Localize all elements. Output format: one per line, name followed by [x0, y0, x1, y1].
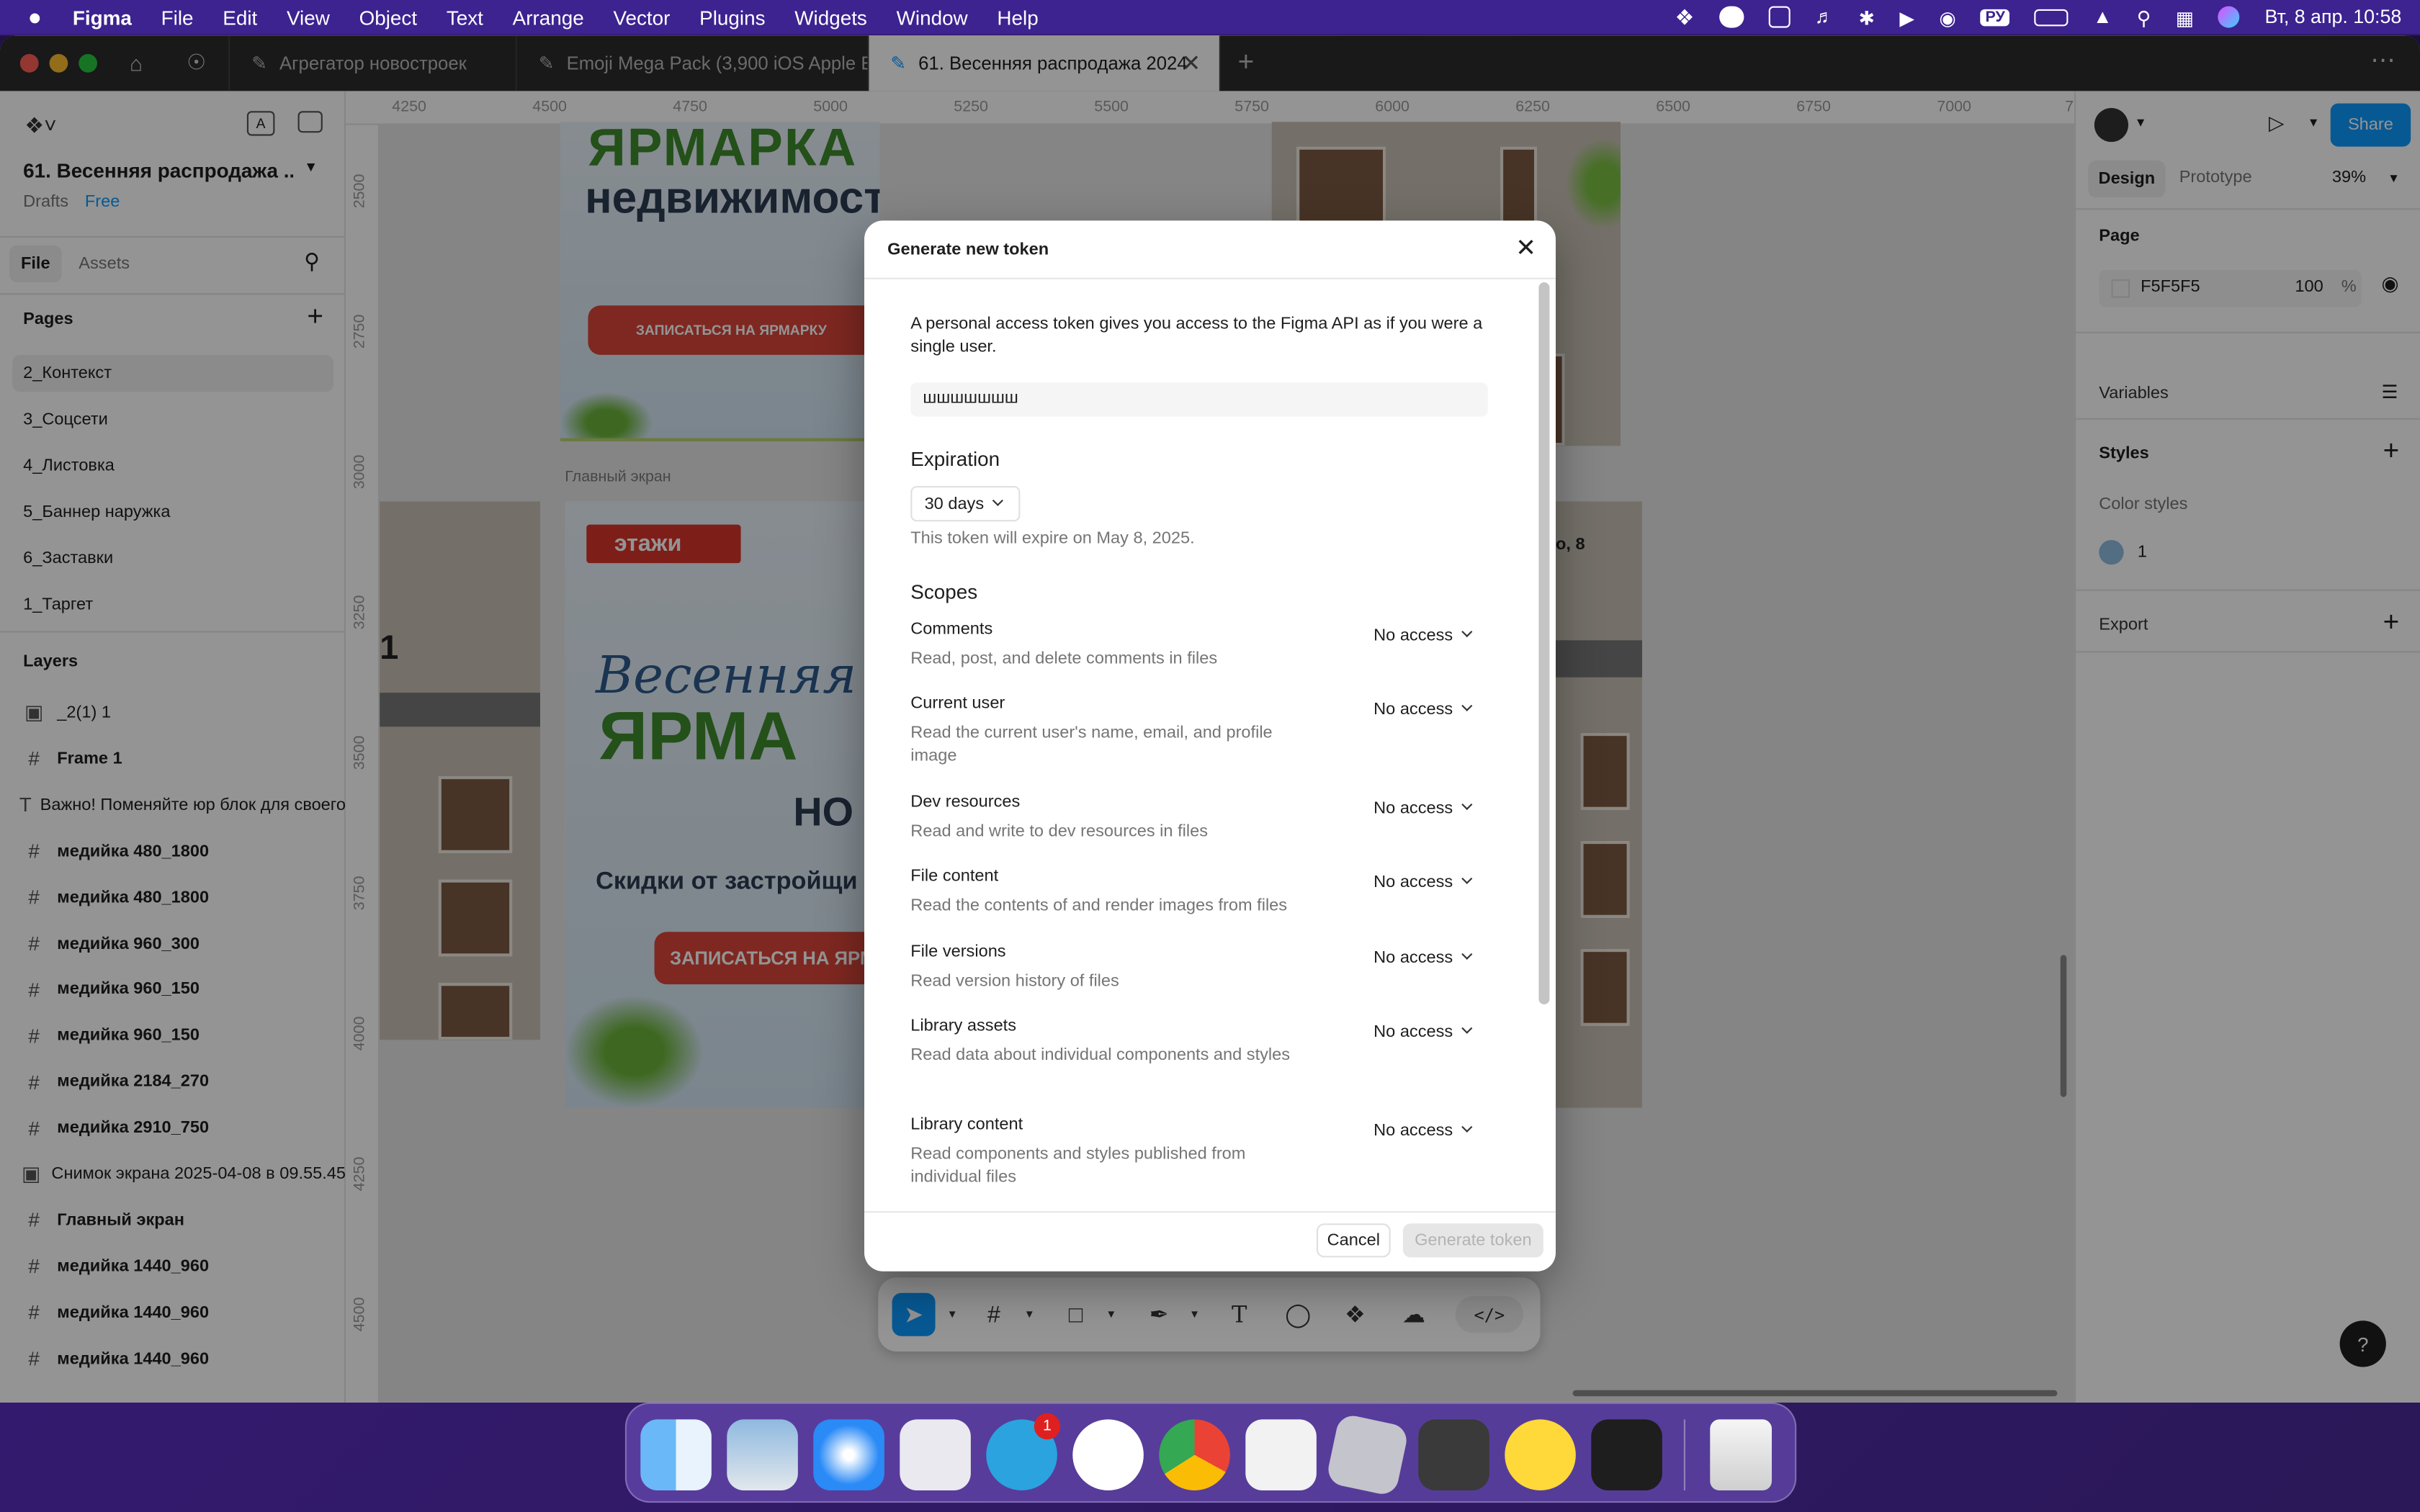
input-language[interactable]: РУ: [1981, 8, 2010, 26]
scope-description: Read the contents of and render images f…: [910, 896, 1288, 915]
menu-help[interactable]: Help: [997, 6, 1038, 29]
yandex-app-icon[interactable]: [1505, 1419, 1576, 1490]
expiration-note: This token will expire on May 8, 2025.: [910, 529, 1195, 548]
scope-access-value: No access: [1373, 700, 1453, 719]
dialog-header: Generate new token ✕: [864, 220, 1556, 279]
cancel-button[interactable]: Cancel: [1316, 1223, 1391, 1258]
chevron-down-icon: [1461, 873, 1474, 884]
volume-icon[interactable]: ♬: [1815, 6, 1834, 28]
expiration-select[interactable]: 30 days: [910, 486, 1021, 522]
scope-description: Read the current user's name, email, and…: [910, 723, 1273, 765]
menu-edit[interactable]: Edit: [223, 6, 257, 29]
chevron-down-icon: [1461, 948, 1474, 960]
scope-description: Read version history of files: [910, 972, 1119, 991]
scope-access-value: No access: [1373, 948, 1453, 968]
scope-access-value: No access: [1373, 873, 1453, 892]
menu-object[interactable]: Object: [359, 6, 418, 29]
scope-name: Dev resources: [910, 793, 1021, 812]
menu-window[interactable]: Window: [897, 6, 968, 29]
menu-widgets[interactable]: Widgets: [794, 6, 867, 29]
chevron-down-icon: [1461, 1022, 1474, 1034]
display-icon[interactable]: [1768, 6, 1791, 28]
figma-status-icon[interactable]: ❖: [1675, 4, 1695, 30]
wifi-icon[interactable]: ▲: [2093, 6, 2112, 28]
scope-access-select[interactable]: No access: [1373, 1022, 1474, 1042]
expiration-heading: Expiration: [910, 447, 1000, 471]
spotlight-search-icon[interactable]: ⚲: [2137, 6, 2151, 29]
bluetooth-icon[interactable]: ✱: [1859, 6, 1875, 29]
menu-file[interactable]: File: [161, 6, 194, 29]
scope-access-select[interactable]: No access: [1373, 798, 1474, 818]
cancel-label: Cancel: [1327, 1231, 1380, 1250]
preview-app-icon[interactable]: [727, 1419, 798, 1490]
play-icon[interactable]: ▶: [1899, 6, 1914, 29]
dock-separator: [1683, 1419, 1685, 1490]
scope-name: File content: [910, 867, 999, 886]
menu-view[interactable]: View: [287, 6, 330, 29]
scope-description: Read, post, and delete comments in files: [910, 649, 1218, 668]
scope-access-select[interactable]: No access: [1373, 626, 1474, 645]
menu-vector[interactable]: Vector: [613, 6, 670, 29]
menubar-clock[interactable]: Вт, 8 апр. 10:58: [2265, 6, 2402, 28]
scope-name: Current user: [910, 694, 1005, 713]
dialog-footer: Cancel Generate token: [864, 1211, 1556, 1272]
trash-app-icon[interactable]: [1710, 1419, 1772, 1490]
chevron-down-icon: [1461, 798, 1474, 811]
safari-app-icon[interactable]: [813, 1419, 884, 1490]
macos-dock: 1: [624, 1402, 1797, 1503]
scope-description: Read data about individual components an…: [910, 1045, 1291, 1065]
token-name-value: шшшшшшш: [923, 389, 1018, 408]
scope-access-value: No access: [1373, 799, 1453, 818]
scope-name: Comments: [910, 620, 993, 639]
token-name-input[interactable]: шшшшшшш: [910, 382, 1488, 417]
roblox-app-icon[interactable]: [1325, 1413, 1410, 1498]
scope-access-value: No access: [1373, 1121, 1453, 1140]
scope-access-select[interactable]: No access: [1373, 700, 1474, 719]
scope-access-value: No access: [1373, 1022, 1453, 1042]
generate-token-button[interactable]: Generate token: [1402, 1223, 1543, 1258]
scopes-heading: Scopes: [910, 580, 978, 603]
chevron-down-icon: [1461, 700, 1474, 711]
screenshot-app-icon[interactable]: [1245, 1419, 1317, 1490]
dialog-intro: A personal access token gives you access…: [910, 315, 1483, 356]
battery-icon[interactable]: [2034, 8, 2069, 26]
chevron-down-icon: [1461, 626, 1474, 638]
yandex-browser-app-icon[interactable]: [1072, 1419, 1144, 1490]
creative-cloud-icon[interactable]: [1718, 6, 1744, 28]
generate-token-label: Generate token: [1415, 1231, 1532, 1250]
close-icon[interactable]: ✕: [1515, 233, 1536, 264]
menu-arrange[interactable]: Arrange: [513, 6, 584, 29]
menu-app-name[interactable]: Figma: [73, 6, 132, 29]
generate-token-dialog: Generate new token ✕ A personal access t…: [864, 220, 1556, 1272]
telegram-notification-badge: 1: [1034, 1413, 1061, 1440]
figma-app-icon[interactable]: [1591, 1419, 1662, 1490]
scope-description: Read components and styles published fro…: [910, 1145, 1246, 1187]
scope-access-select[interactable]: No access: [1373, 873, 1474, 892]
dialog-scrollbar[interactable]: [1538, 282, 1550, 1005]
scope-access-select[interactable]: No access: [1373, 1121, 1474, 1140]
menu-plugins[interactable]: Plugins: [699, 6, 765, 29]
calculator-app-icon[interactable]: [1418, 1419, 1489, 1490]
scope-name: Library assets: [910, 1017, 1017, 1035]
chrome-app-icon[interactable]: [1159, 1419, 1230, 1490]
scope-access-select[interactable]: No access: [1373, 948, 1474, 968]
menu-text[interactable]: Text: [447, 6, 483, 29]
chevron-down-icon: [991, 495, 1003, 506]
scope-description: Read and write to dev resources in files: [910, 822, 1209, 841]
scope-name: Library content: [910, 1115, 1023, 1134]
apple-logo-icon[interactable]: ●: [28, 4, 42, 30]
siri-icon[interactable]: [2218, 6, 2241, 28]
expiration-value: 30 days: [924, 495, 985, 514]
launchpad-app-icon[interactable]: [900, 1419, 971, 1490]
chevron-down-icon: [1461, 1121, 1474, 1133]
macos-menubar: ● Figma File Edit View Object Text Arran…: [0, 0, 2420, 35]
control-center-icon[interactable]: ▦: [2176, 6, 2194, 29]
finder-app-icon[interactable]: [640, 1419, 712, 1490]
scope-access-value: No access: [1373, 626, 1453, 645]
dialog-title: Generate new token: [887, 240, 1049, 259]
scope-name: File versions: [910, 942, 1006, 961]
user-icon[interactable]: ◉: [1939, 6, 1955, 29]
